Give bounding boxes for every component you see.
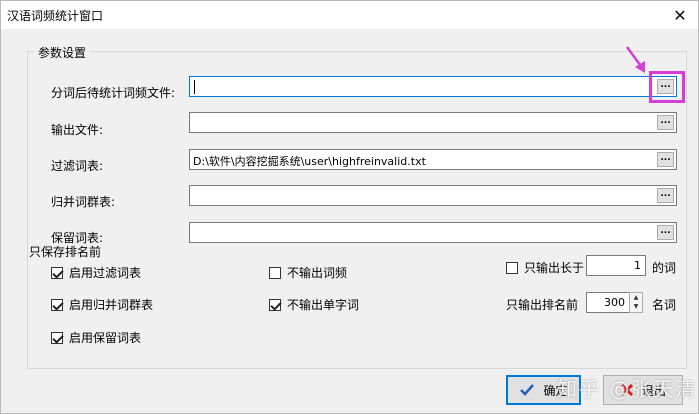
input-file-label: 分词后待统计词频文件: <box>51 86 176 100</box>
min-length-suffix: 的词 <box>652 261 677 275</box>
top-n-label: 只输出排名前 <box>506 298 579 312</box>
min-length-checkbox[interactable]: 只输出长于 <box>506 259 584 276</box>
filter-list-field[interactable]: D:\软件\内容挖掘系统\user\highfreinvalid.txt ... <box>189 149 677 170</box>
checkbox-checked-icon <box>269 298 281 311</box>
title-bar: 汉语词频统计窗口 ✕ <box>1 1 698 29</box>
output-file-field[interactable]: ... <box>189 112 677 133</box>
browse-output-file-button[interactable]: ... <box>657 115 674 130</box>
use-keep-checkbox[interactable]: 启用保留词表 <box>51 329 141 346</box>
output-file-label: 输出文件: <box>51 123 104 137</box>
text-caret <box>194 80 195 94</box>
window-title: 汉语词频统计窗口 <box>7 9 104 23</box>
spin-up-icon[interactable]: ▲ <box>630 293 642 302</box>
no-freq-checkbox[interactable]: 不输出词频 <box>269 264 347 281</box>
checkbox-unchecked-icon <box>506 261 518 274</box>
filter-list-label: 过滤词表: <box>51 159 104 173</box>
top-n-suffix: 名词 <box>652 298 677 312</box>
close-icon[interactable]: ✕ <box>662 1 698 29</box>
keep-list-field[interactable]: ... <box>189 222 677 243</box>
merge-list-field[interactable]: ... <box>189 185 677 206</box>
top-n-section-label: 只保存排名前 <box>29 245 102 259</box>
input-file-field[interactable]: ... <box>189 76 677 97</box>
spin-down-icon[interactable]: ▼ <box>630 302 642 311</box>
use-merge-checkbox[interactable]: 启用归并词群表 <box>51 296 153 313</box>
top-n-input[interactable]: 300 <box>586 292 630 313</box>
checkbox-checked-icon <box>51 331 63 344</box>
checkbox-checked-icon <box>51 266 63 279</box>
top-n-spinner[interactable]: ▲ ▼ <box>629 292 643 313</box>
checkbox-checked-icon <box>51 298 63 311</box>
highlight-box <box>649 71 685 103</box>
dialog-window: 汉语词频统计窗口 ✕ 参数设置 分词后待统计词频文件: ... 输出文件: ..… <box>0 0 699 414</box>
browse-filter-list-button[interactable]: ... <box>657 152 674 167</box>
pointer-arrow-icon <box>625 46 645 73</box>
group-title: 参数设置 <box>34 44 91 61</box>
watermark: 知乎 @张天清 <box>557 377 698 401</box>
checkbox-unchecked-icon <box>269 266 281 279</box>
merge-list-label: 归并词群表: <box>51 195 116 209</box>
use-filter-checkbox[interactable]: 启用过滤词表 <box>51 264 141 281</box>
checkmark-icon <box>520 384 535 396</box>
browse-merge-list-button[interactable]: ... <box>657 188 674 203</box>
browse-keep-list-button[interactable]: ... <box>657 225 674 240</box>
no-single-char-checkbox[interactable]: 不输出单字词 <box>269 296 359 313</box>
min-length-input[interactable]: 1 <box>586 255 646 276</box>
